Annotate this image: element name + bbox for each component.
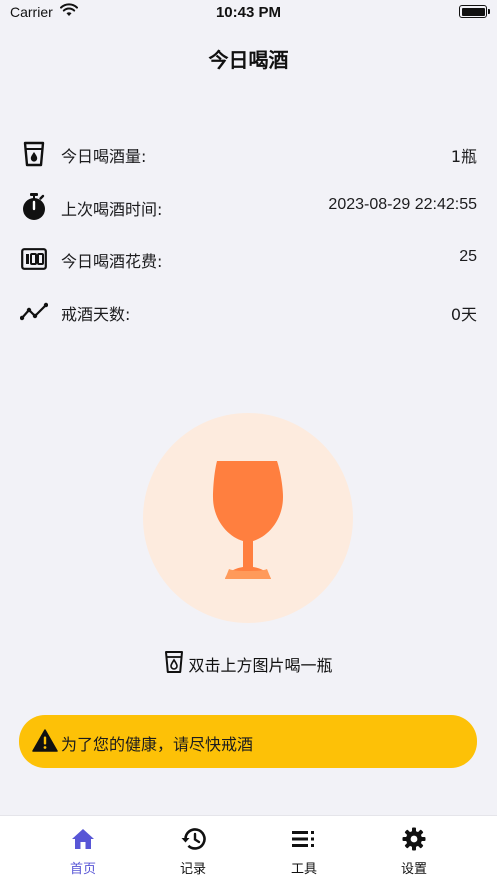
stat-value: 2023-08-29 22:42:55 bbox=[328, 196, 477, 213]
stat-row-drink-amount: 今日喝酒量: 1瓶 bbox=[20, 139, 477, 169]
tab-settings[interactable]: 设置 bbox=[374, 826, 454, 878]
counter-icon bbox=[20, 246, 48, 272]
warning-icon bbox=[32, 729, 58, 756]
tab-bar: 首页 记录 工具 设置 bbox=[0, 815, 497, 883]
health-warning-banner: 为了您的健康，请尽快戒酒 bbox=[19, 715, 477, 768]
history-icon bbox=[153, 826, 233, 852]
stat-row-last-drink-time: 上次喝酒时间: 2023-08-29 22:42:55 bbox=[20, 192, 477, 222]
banner-text: 为了您的健康，请尽快戒酒 bbox=[61, 735, 254, 754]
tab-label: 记录 bbox=[179, 862, 206, 877]
stopwatch-icon bbox=[20, 193, 48, 220]
status-bar: Carrier 10:43 PM bbox=[0, 0, 497, 26]
stat-value: 25 bbox=[459, 248, 477, 265]
stat-row-drink-cost: 今日喝酒花费: 25 bbox=[20, 244, 477, 274]
glass-cup-icon bbox=[20, 141, 48, 167]
stat-label: 戒酒天数: bbox=[61, 305, 131, 324]
stat-label: 今日喝酒花费: bbox=[61, 252, 163, 271]
tab-home[interactable]: 首页 bbox=[43, 826, 123, 878]
drink-hint-text: 双击上方图片喝一瓶 bbox=[188, 656, 333, 675]
stat-value: 1瓶 bbox=[450, 147, 477, 166]
stat-value: 0天 bbox=[450, 305, 477, 324]
tab-label: 工具 bbox=[290, 862, 317, 877]
drink-glass-button[interactable] bbox=[143, 413, 353, 623]
clock: 10:43 PM bbox=[215, 4, 282, 21]
stat-row-sober-days: 戒酒天数: 0天 bbox=[20, 297, 477, 327]
page-title: 今日喝酒 bbox=[208, 48, 289, 72]
home-icon bbox=[43, 826, 123, 852]
gear-icon bbox=[374, 826, 454, 852]
battery-icon bbox=[459, 5, 490, 18]
wine-glass-icon bbox=[213, 461, 283, 579]
tab-label: 设置 bbox=[400, 862, 427, 877]
stat-label: 今日喝酒量: bbox=[61, 147, 147, 166]
glass-cup-icon bbox=[164, 650, 184, 678]
drink-hint: 双击上方图片喝一瓶 bbox=[0, 650, 497, 680]
stat-label: 上次喝酒时间: bbox=[61, 200, 163, 219]
tab-records[interactable]: 记录 bbox=[153, 826, 233, 878]
trend-icon bbox=[20, 299, 48, 325]
list-icon bbox=[264, 826, 344, 852]
tab-label: 首页 bbox=[69, 862, 96, 877]
tab-tools[interactable]: 工具 bbox=[264, 826, 344, 878]
